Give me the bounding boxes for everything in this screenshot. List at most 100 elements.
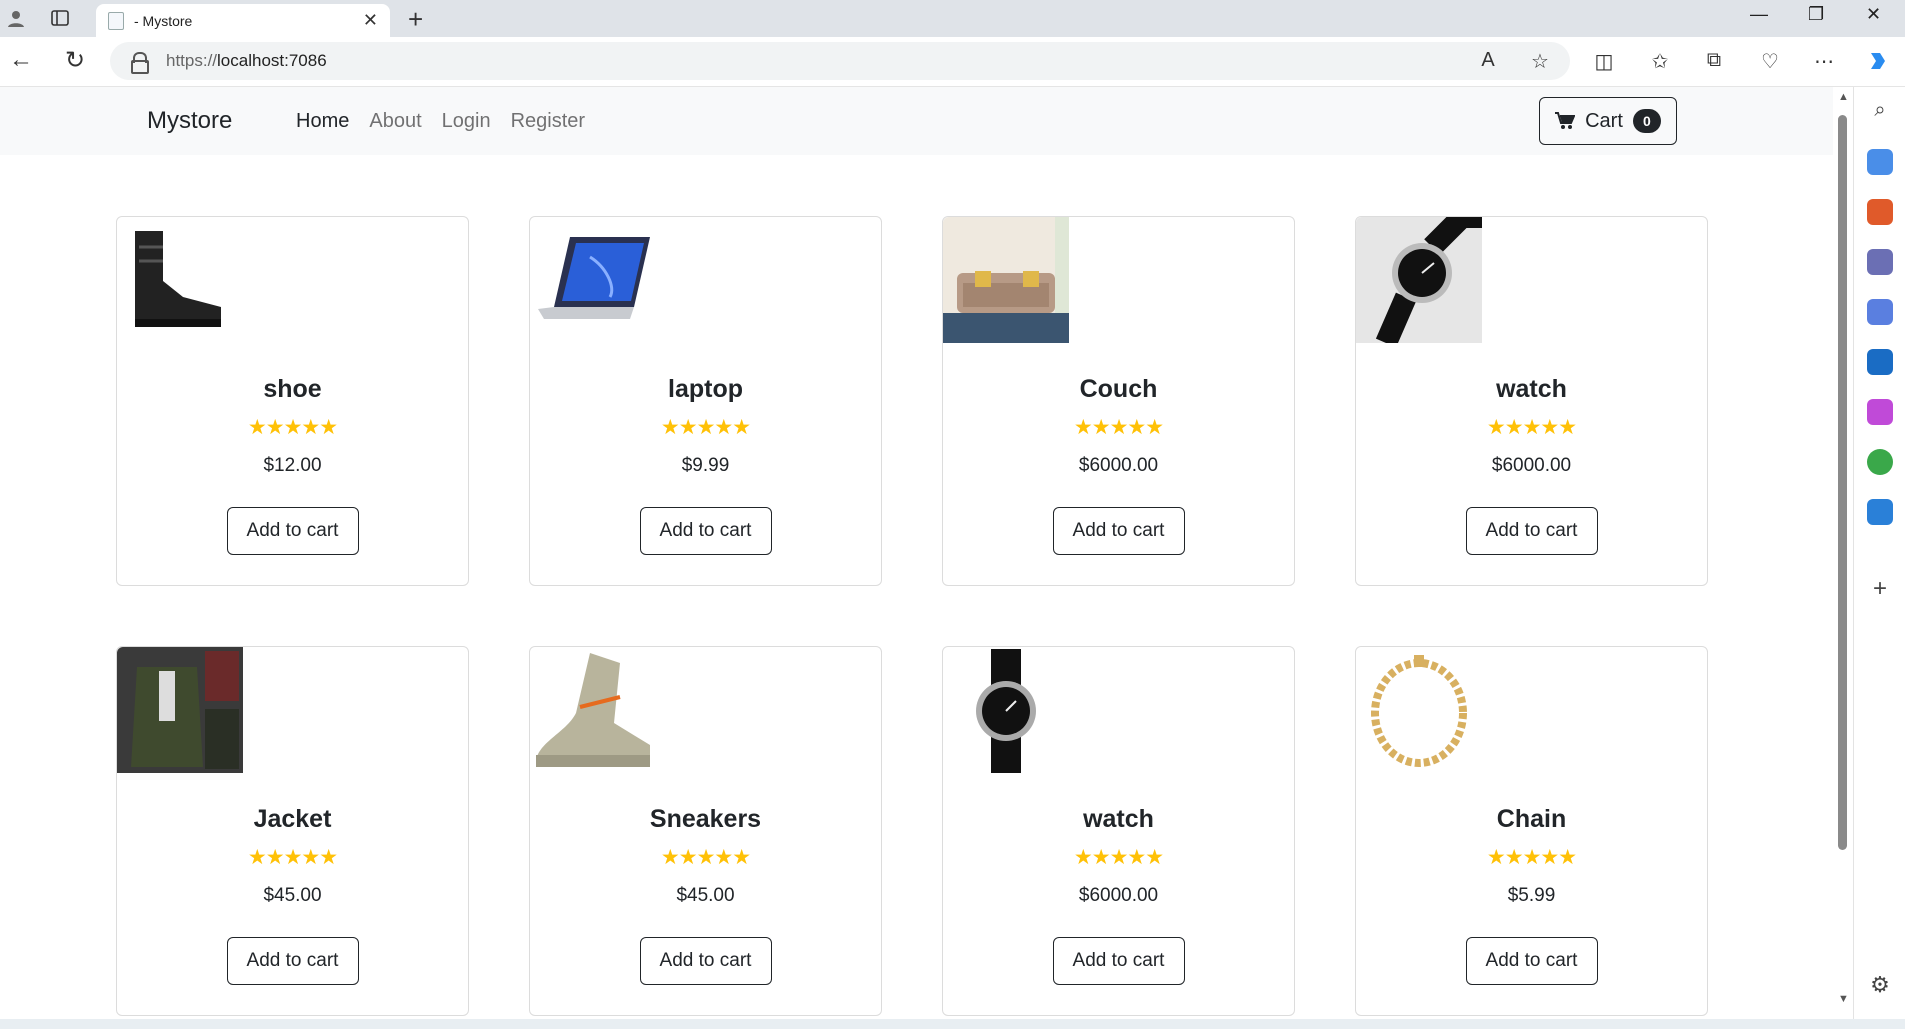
tools-icon[interactable] bbox=[1867, 199, 1893, 225]
split-screen-icon[interactable]: ◫ bbox=[1590, 49, 1618, 74]
nav-link-login[interactable]: Login bbox=[442, 110, 491, 133]
sneaker-image bbox=[530, 647, 656, 773]
watch-image bbox=[1356, 217, 1482, 343]
cart-button[interactable]: Cart 0 bbox=[1539, 97, 1677, 145]
shopping-tag-icon[interactable] bbox=[1867, 149, 1893, 175]
add-to-cart-button[interactable]: Add to cart bbox=[639, 507, 772, 555]
product-title: watch bbox=[1083, 805, 1154, 833]
product-grid: shoe ★★★★★ $12.00 Add to cart laptop ★★★… bbox=[116, 216, 1708, 1016]
designer-icon[interactable] bbox=[1867, 399, 1893, 425]
favorites-icon[interactable]: ✩ bbox=[1646, 49, 1674, 74]
add-to-cart-button[interactable]: Add to cart bbox=[1465, 937, 1598, 985]
microsoft-365-icon[interactable] bbox=[1867, 299, 1893, 325]
tree-icon[interactable] bbox=[1867, 449, 1893, 475]
product-title: Sneakers bbox=[649, 805, 762, 833]
add-to-cart-button[interactable]: Add to cart bbox=[226, 507, 359, 555]
rating-stars: ★★★★★ bbox=[247, 416, 338, 439]
jacket-image bbox=[117, 647, 243, 773]
laptop-image bbox=[530, 217, 656, 343]
product-card: Sneakers ★★★★★ $45.00 Add to cart bbox=[529, 646, 882, 1016]
close-window-button[interactable]: ✕ bbox=[1866, 4, 1881, 25]
scroll-thumb[interactable] bbox=[1838, 115, 1847, 850]
couch-image bbox=[943, 217, 1069, 343]
cart-icon bbox=[1555, 112, 1576, 129]
copilot-icon[interactable] bbox=[1864, 49, 1892, 79]
add-to-cart-button[interactable]: Add to cart bbox=[1465, 507, 1598, 555]
product-price: $45.00 bbox=[263, 885, 322, 906]
rating-stars: ★★★★★ bbox=[247, 846, 338, 869]
product-price: $6000.00 bbox=[1078, 885, 1159, 906]
back-button[interactable]: ← bbox=[6, 46, 36, 74]
more-options-icon[interactable]: ⋯ bbox=[1810, 49, 1838, 74]
url-input[interactable]: https://localhost:7086 bbox=[110, 42, 1570, 80]
add-to-cart-button[interactable]: Add to cart bbox=[226, 937, 359, 985]
product-title: Couch bbox=[1079, 375, 1158, 403]
browser-titlebar: - Mystore ✕ + — ❐ ✕ bbox=[0, 0, 1905, 37]
rating-stars: ★★★★★ bbox=[660, 846, 751, 869]
product-title: watch bbox=[1496, 375, 1567, 403]
rating-stars: ★★★★★ bbox=[1486, 416, 1577, 439]
outlook-icon[interactable] bbox=[1867, 349, 1893, 375]
send-icon[interactable] bbox=[1867, 499, 1893, 525]
games-icon[interactable] bbox=[1867, 249, 1893, 275]
site-navbar: Mystore Home About Login Register Cart 0 bbox=[0, 87, 1833, 155]
gear-icon[interactable]: ⚙ bbox=[1867, 973, 1893, 999]
watch-image bbox=[943, 647, 1069, 773]
read-aloud-icon[interactable]: A bbox=[1474, 49, 1502, 72]
product-card: shoe ★★★★★ $12.00 Add to cart bbox=[116, 216, 469, 586]
add-to-cart-button[interactable]: Add to cart bbox=[1052, 937, 1185, 985]
product-price: $9.99 bbox=[681, 455, 730, 476]
address-toolbar: ← ↻ https://localhost:7086 A ☆ ◫ ✩ ⧉ ♡ ⋯ bbox=[0, 37, 1905, 87]
url-host: localhost:7086 bbox=[217, 51, 327, 70]
add-to-cart-button[interactable]: Add to cart bbox=[639, 937, 772, 985]
new-tab-button[interactable]: + bbox=[408, 4, 423, 35]
restore-button[interactable]: ❐ bbox=[1808, 4, 1824, 25]
nav-links: Home About Login Register bbox=[296, 110, 585, 133]
product-title: shoe bbox=[263, 375, 322, 403]
nav-link-about[interactable]: About bbox=[369, 110, 421, 133]
url-scheme: https:// bbox=[166, 51, 218, 70]
web-page: Mystore Home About Login Register Cart 0… bbox=[0, 87, 1833, 1019]
lock-icon bbox=[130, 52, 149, 74]
profile-icon[interactable] bbox=[4, 6, 28, 30]
chain-image bbox=[1356, 647, 1482, 773]
favorite-star-icon[interactable]: ☆ bbox=[1526, 49, 1554, 74]
cart-count-badge: 0 bbox=[1632, 109, 1661, 133]
page-favicon-icon bbox=[108, 11, 124, 30]
product-price: $6000.00 bbox=[1491, 455, 1572, 476]
add-sidebar-icon[interactable]: + bbox=[1867, 577, 1893, 603]
rating-stars: ★★★★★ bbox=[660, 416, 751, 439]
scroll-down-icon[interactable]: ▼ bbox=[1838, 993, 1849, 1005]
tab-title: - Mystore bbox=[134, 12, 193, 29]
cart-label: Cart bbox=[1585, 109, 1623, 132]
rating-stars: ★★★★★ bbox=[1073, 416, 1164, 439]
product-card: laptop ★★★★★ $9.99 Add to cart bbox=[529, 216, 882, 586]
scroll-up-icon[interactable]: ▲ bbox=[1838, 91, 1849, 103]
product-card: Couch ★★★★★ $6000.00 Add to cart bbox=[942, 216, 1295, 586]
product-title: laptop bbox=[668, 375, 743, 403]
product-price: $5.99 bbox=[1507, 885, 1556, 906]
product-price: $6000.00 bbox=[1078, 455, 1159, 476]
tab-mystore[interactable]: - Mystore ✕ bbox=[96, 4, 390, 37]
search-icon[interactable]: ⌕ bbox=[1867, 99, 1893, 125]
nav-link-home[interactable]: Home bbox=[296, 110, 349, 133]
site-brand[interactable]: Mystore bbox=[147, 107, 232, 135]
page-scrollbar[interactable]: ▲ ▼ bbox=[1833, 87, 1853, 1019]
product-card: watch ★★★★★ $6000.00 Add to cart bbox=[1355, 216, 1708, 586]
minimize-button[interactable]: — bbox=[1750, 4, 1768, 25]
product-title: Chain bbox=[1496, 805, 1567, 833]
tab-actions-icon[interactable] bbox=[48, 6, 72, 30]
browser-essentials-icon[interactable]: ♡ bbox=[1756, 49, 1784, 74]
product-card: Jacket ★★★★★ $45.00 Add to cart bbox=[116, 646, 469, 1016]
product-card: Chain ★★★★★ $5.99 Add to cart bbox=[1355, 646, 1708, 1016]
product-price: $12.00 bbox=[263, 455, 322, 476]
boot-image bbox=[117, 217, 243, 343]
nav-link-register[interactable]: Register bbox=[511, 110, 585, 133]
rating-stars: ★★★★★ bbox=[1486, 846, 1577, 869]
close-tab-icon[interactable]: ✕ bbox=[363, 10, 378, 31]
refresh-button[interactable]: ↻ bbox=[60, 46, 90, 75]
add-to-cart-button[interactable]: Add to cart bbox=[1052, 507, 1185, 555]
browser-sidebar: ⌕ + ⚙ bbox=[1853, 87, 1905, 1019]
product-card: watch ★★★★★ $6000.00 Add to cart bbox=[942, 646, 1295, 1016]
collections-icon[interactable]: ⧉ bbox=[1700, 49, 1728, 72]
